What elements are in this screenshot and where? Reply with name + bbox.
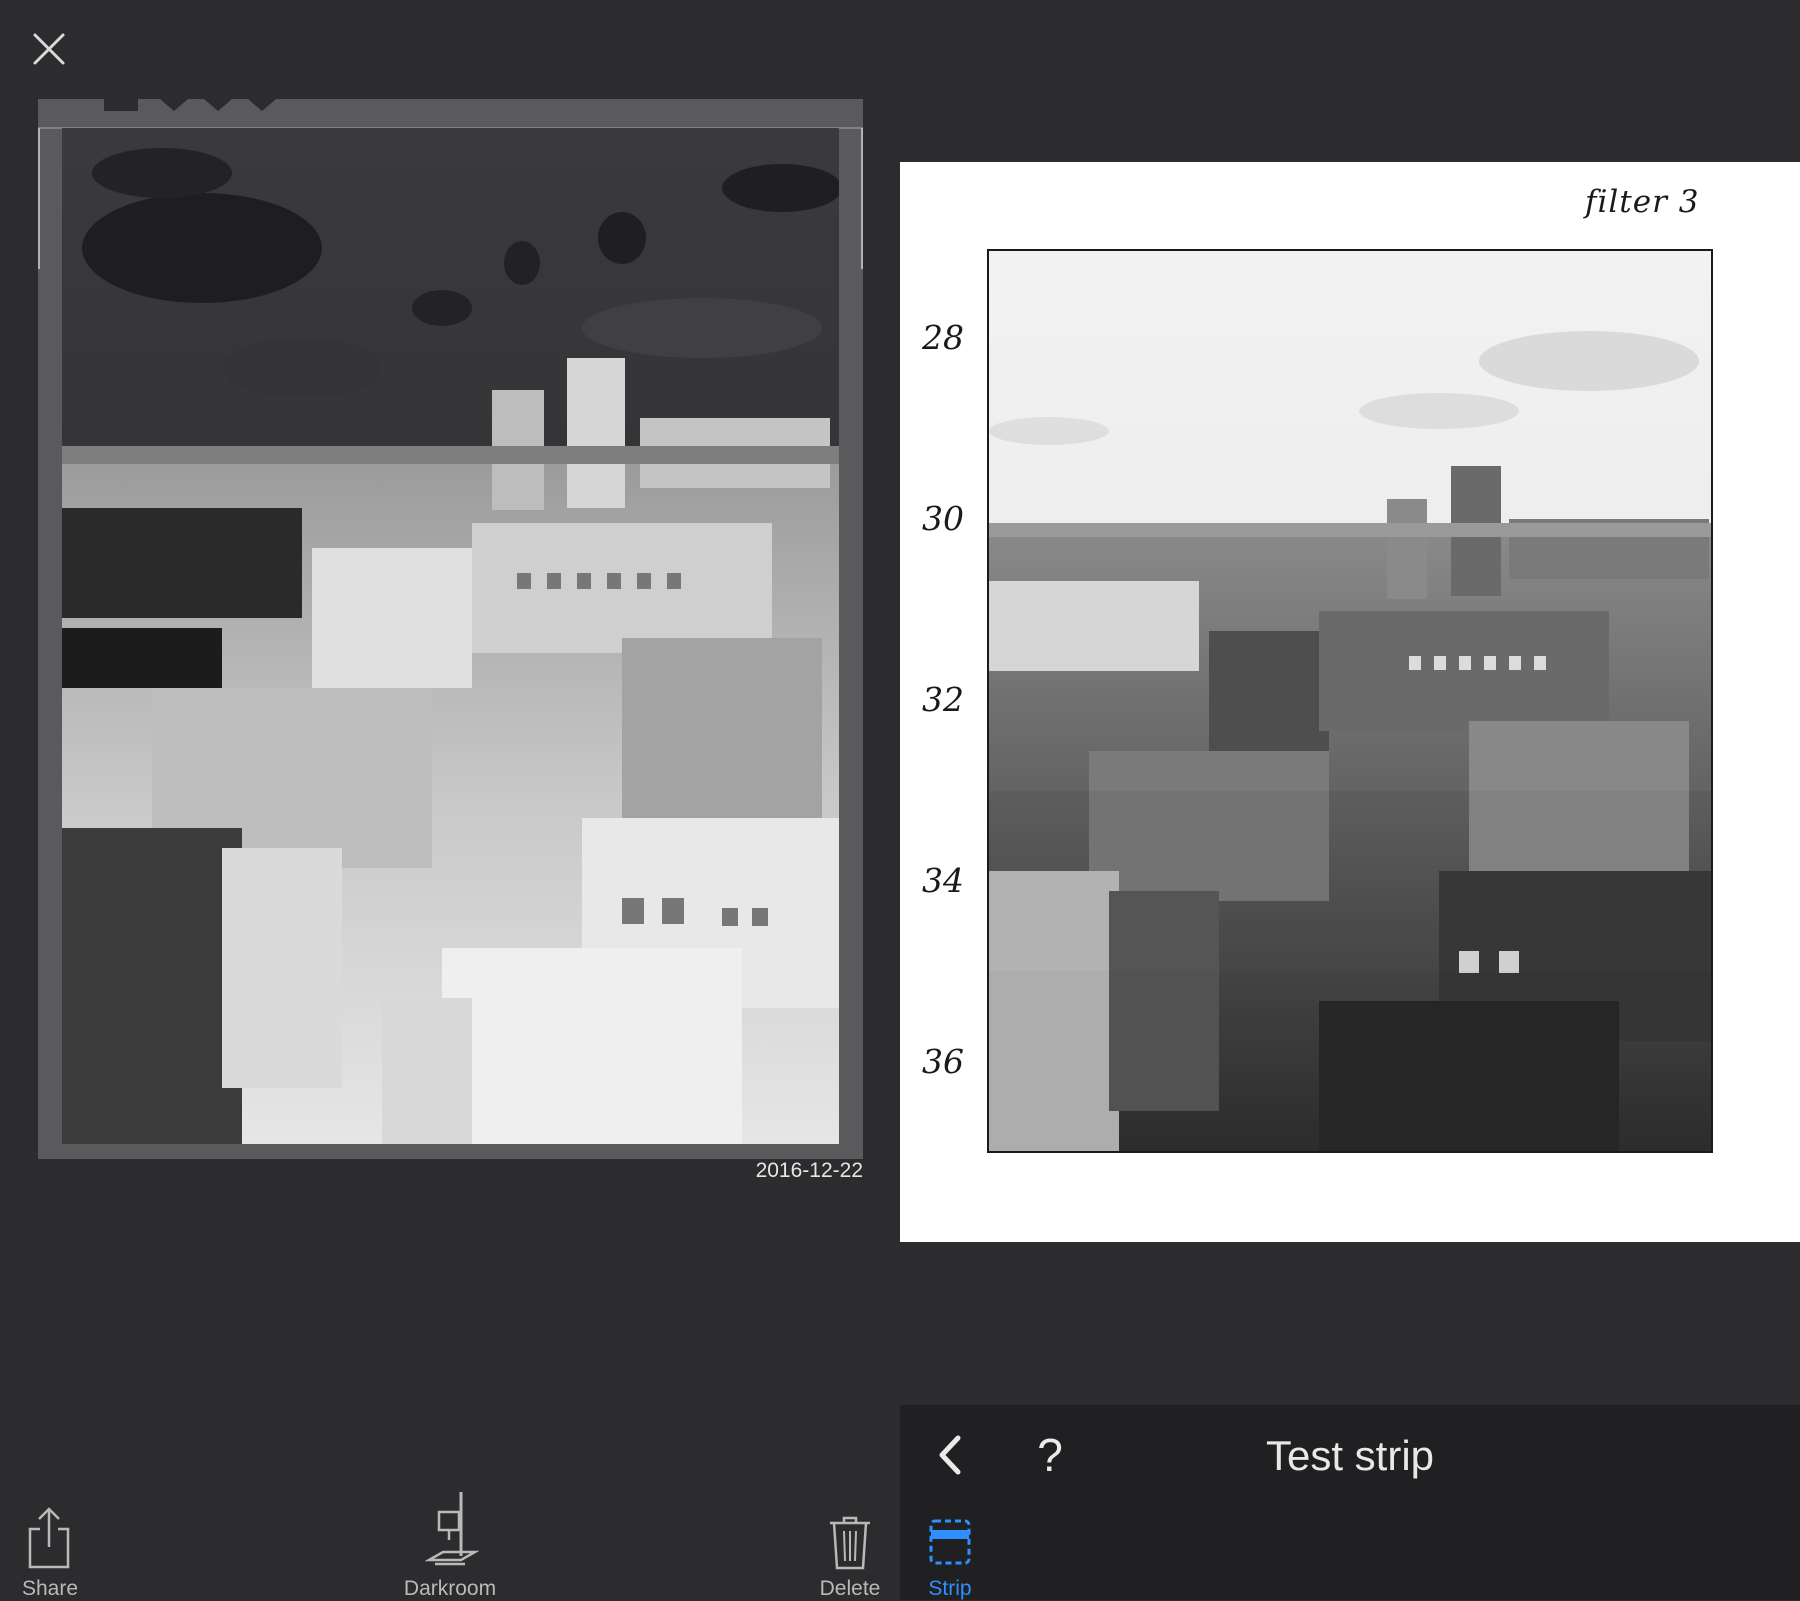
strip-exposure-label: 30 [922,499,964,538]
share-icon [28,1507,70,1569]
close-button[interactable] [30,30,68,68]
strip-label: Strip [928,1577,972,1600]
share-button[interactable]: Share [0,1505,100,1600]
mode-title: Test strip [1265,1432,1435,1479]
negative-image [62,128,839,1144]
filter-label: filter 3 [1585,184,1700,220]
strip-exposure-label: 34 [922,861,964,900]
trash-icon [830,1516,870,1570]
strip-exposure-label: 28 [922,318,964,357]
strip-exposure-label: 32 [922,680,964,719]
close-icon [33,33,65,65]
chevron-left-icon [939,1435,961,1475]
darkroom-button[interactable]: Darkroom [390,1490,510,1600]
enlarger-icon [425,1492,479,1566]
tab-strip[interactable]: Strip [910,1515,990,1600]
strip-exposure-label: 36 [922,1042,964,1081]
test-strip-print-image [987,249,1713,1153]
darkroom-label: Darkroom [403,1577,497,1600]
back-button[interactable] [932,1430,968,1480]
share-label: Share [21,1577,79,1600]
strip-icon [929,1519,971,1565]
negative-date: 2016-12-22 [755,1159,863,1182]
help-button[interactable]: ? [1030,1425,1070,1485]
